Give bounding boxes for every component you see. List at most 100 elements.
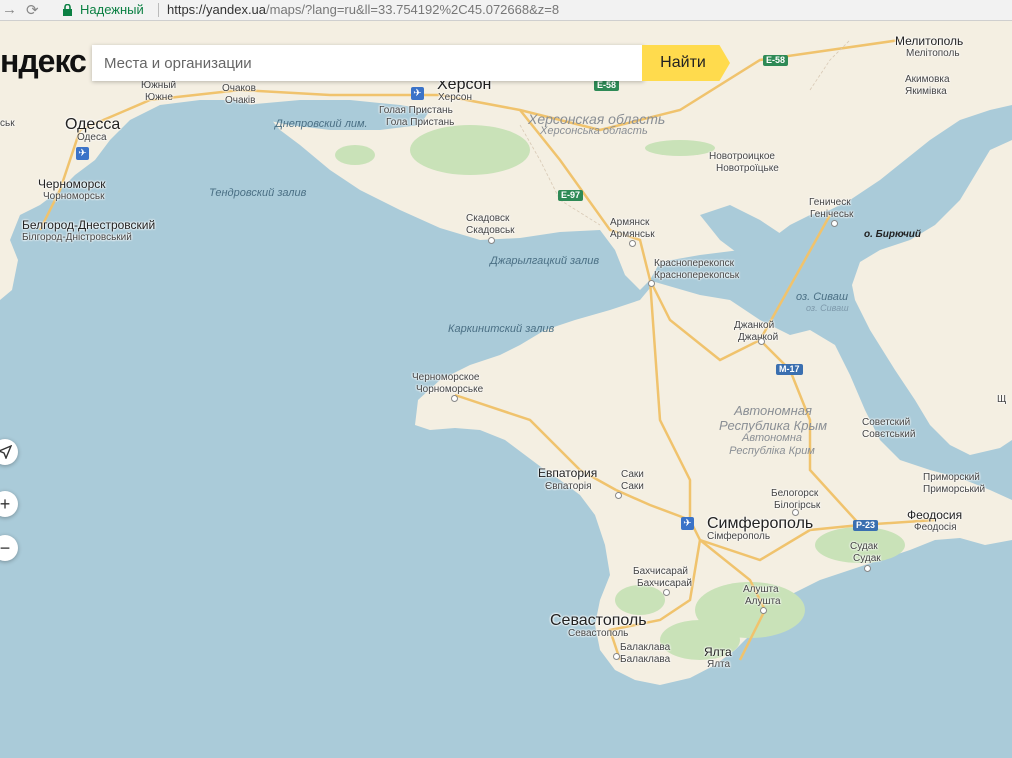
city-label-alt: Бахчисарай bbox=[637, 578, 692, 589]
city-marker bbox=[758, 338, 765, 345]
city-label-alt: Судак bbox=[853, 553, 881, 564]
city-label[interactable]: Мелитополь bbox=[895, 35, 963, 47]
city-label[interactable]: Черноморское bbox=[412, 373, 479, 383]
back-icon[interactable]: → bbox=[2, 1, 17, 18]
city-label[interactable]: Новотроицкое bbox=[709, 152, 775, 162]
search-box bbox=[92, 45, 644, 81]
city-label[interactable]: Скадовск bbox=[466, 214, 509, 224]
city-marker bbox=[629, 240, 636, 247]
city-label[interactable]: Геническ bbox=[809, 198, 851, 208]
region-label-alt: Херсонська область bbox=[540, 125, 648, 137]
city-marker bbox=[831, 220, 838, 227]
city-label-alt: Євпаторія bbox=[545, 481, 592, 492]
city-label[interactable]: Феодосия bbox=[907, 509, 962, 521]
water-label: Тендровский залив bbox=[209, 187, 307, 199]
city-label[interactable]: Белгород-Днестровский bbox=[22, 219, 155, 231]
city-label-alt: Приморський bbox=[923, 484, 986, 495]
city-label-alt: Чорноморське bbox=[416, 384, 484, 395]
city-label[interactable]: Судак bbox=[850, 542, 878, 552]
city-label-alt: Генічеськ bbox=[810, 209, 854, 220]
water-label-alt: оз. Сиваш bbox=[806, 303, 849, 313]
browser-address-bar: → ⟳ Надежный https://yandex.ua/maps/?lan… bbox=[0, 0, 1012, 21]
city-marker bbox=[864, 565, 871, 572]
map-base bbox=[0, 21, 1012, 685]
reload-icon[interactable]: ⟳ bbox=[26, 1, 39, 19]
search-button[interactable]: Найти bbox=[642, 45, 730, 81]
city-marker bbox=[792, 509, 799, 516]
city-marker bbox=[648, 280, 655, 287]
city-label[interactable]: Севастополь bbox=[550, 613, 647, 629]
city-label[interactable]: Саки bbox=[621, 470, 644, 480]
city-label-alt: Совєтський bbox=[862, 429, 916, 440]
road-shield: M-17 bbox=[776, 364, 803, 375]
city-label-alt: Ялта bbox=[707, 659, 731, 670]
city-label-alt: Чорноморськ bbox=[43, 191, 105, 202]
url-field[interactable]: https://yandex.ua/maps/?lang=ru&ll=33.75… bbox=[167, 2, 559, 17]
city-label-alt: Сімферополь bbox=[707, 531, 771, 542]
city-label[interactable]: Джанкой bbox=[734, 321, 774, 331]
airport-icon[interactable]: ✈ bbox=[76, 147, 89, 160]
city-label-alt: Алушта bbox=[745, 596, 781, 607]
road-shield: E-97 bbox=[558, 190, 584, 201]
city-label-alt: Саки bbox=[621, 481, 644, 492]
city-label[interactable]: Бахчисарай bbox=[633, 567, 688, 577]
city-label-alt: Херсон bbox=[438, 92, 472, 103]
city-label[interactable]: Красноперекопск bbox=[654, 259, 734, 269]
city-label[interactable]: Приморский bbox=[923, 473, 980, 483]
search-input[interactable] bbox=[92, 45, 636, 81]
region-label: Автономная Республика Крым bbox=[719, 403, 827, 433]
airport-icon[interactable]: ✈ bbox=[681, 517, 694, 530]
water-label: Каркинитский залив bbox=[448, 323, 555, 335]
city-label-alt: Армянськ bbox=[610, 229, 655, 240]
city-label-partial: ськ bbox=[0, 118, 15, 129]
city-marker bbox=[615, 492, 622, 499]
city-label[interactable]: Армянск bbox=[610, 218, 649, 228]
city-label-alt: Феодосія bbox=[914, 522, 957, 533]
city-label-alt: Якимівка bbox=[905, 86, 947, 97]
airport-icon[interactable]: ✈ bbox=[411, 87, 424, 100]
road-shield: P-23 bbox=[853, 520, 879, 531]
road-shield: E-58 bbox=[763, 55, 789, 66]
city-label[interactable]: Симферополь bbox=[707, 516, 813, 532]
water-label: Джарылгацкий залив bbox=[490, 255, 600, 267]
city-label-partial: Щ bbox=[997, 394, 1007, 405]
city-label-alt: Білгород-Дністровський bbox=[22, 232, 132, 243]
region-label-alt: Автономна Республіка Крим bbox=[729, 432, 815, 457]
city-label[interactable]: Алушта bbox=[743, 585, 779, 595]
water-label: Днепровский лим. bbox=[275, 118, 368, 130]
city-label[interactable]: Белогорск bbox=[771, 489, 818, 499]
city-label-alt: Балаклава bbox=[620, 654, 671, 665]
city-marker bbox=[451, 395, 458, 402]
city-label-alt: Красноперекопськ bbox=[654, 270, 740, 281]
city-label-alt: Гола Пристань bbox=[386, 117, 455, 128]
city-marker bbox=[488, 237, 495, 244]
city-label-alt: Мелітополь bbox=[906, 48, 960, 59]
city-label[interactable]: Советский bbox=[862, 418, 910, 428]
city-label[interactable]: Евпатория bbox=[538, 467, 597, 479]
road-shield: E-58 bbox=[594, 80, 620, 91]
map-canvas[interactable]: Одесса Одеса ✈ Черноморск Чорноморськ Бе… bbox=[0, 21, 1012, 758]
yandex-logo[interactable]: ндекс bbox=[0, 43, 87, 80]
city-label-alt: Очаків bbox=[225, 95, 256, 106]
divider bbox=[158, 3, 159, 17]
city-label[interactable]: Одесса bbox=[65, 117, 120, 133]
lock-icon bbox=[63, 4, 72, 16]
city-marker bbox=[663, 589, 670, 596]
island-label: о. Бирючий bbox=[864, 229, 922, 240]
city-label-alt: Севастополь bbox=[568, 628, 629, 639]
city-label[interactable]: Очаков bbox=[222, 84, 256, 94]
city-marker bbox=[613, 653, 620, 660]
city-label[interactable]: Балаклава bbox=[620, 643, 670, 653]
city-marker bbox=[760, 607, 767, 614]
city-label[interactable]: Голая Пристань bbox=[379, 106, 453, 116]
city-label[interactable]: Южный bbox=[141, 81, 176, 91]
water-label: оз. Сиваш bbox=[796, 291, 849, 303]
city-label[interactable]: Ялта bbox=[704, 646, 732, 658]
security-label: Надежный bbox=[80, 2, 144, 17]
city-label-alt: Южне bbox=[145, 92, 173, 103]
url-path: /maps/?lang=ru&ll=33.754192%2C45.072668&… bbox=[266, 2, 560, 17]
url-host: https://yandex.ua bbox=[167, 2, 267, 17]
city-label[interactable]: Акимовка bbox=[905, 75, 950, 85]
city-label[interactable]: Черноморск bbox=[38, 178, 106, 190]
city-label-alt: Новотроїцьке bbox=[716, 163, 779, 174]
